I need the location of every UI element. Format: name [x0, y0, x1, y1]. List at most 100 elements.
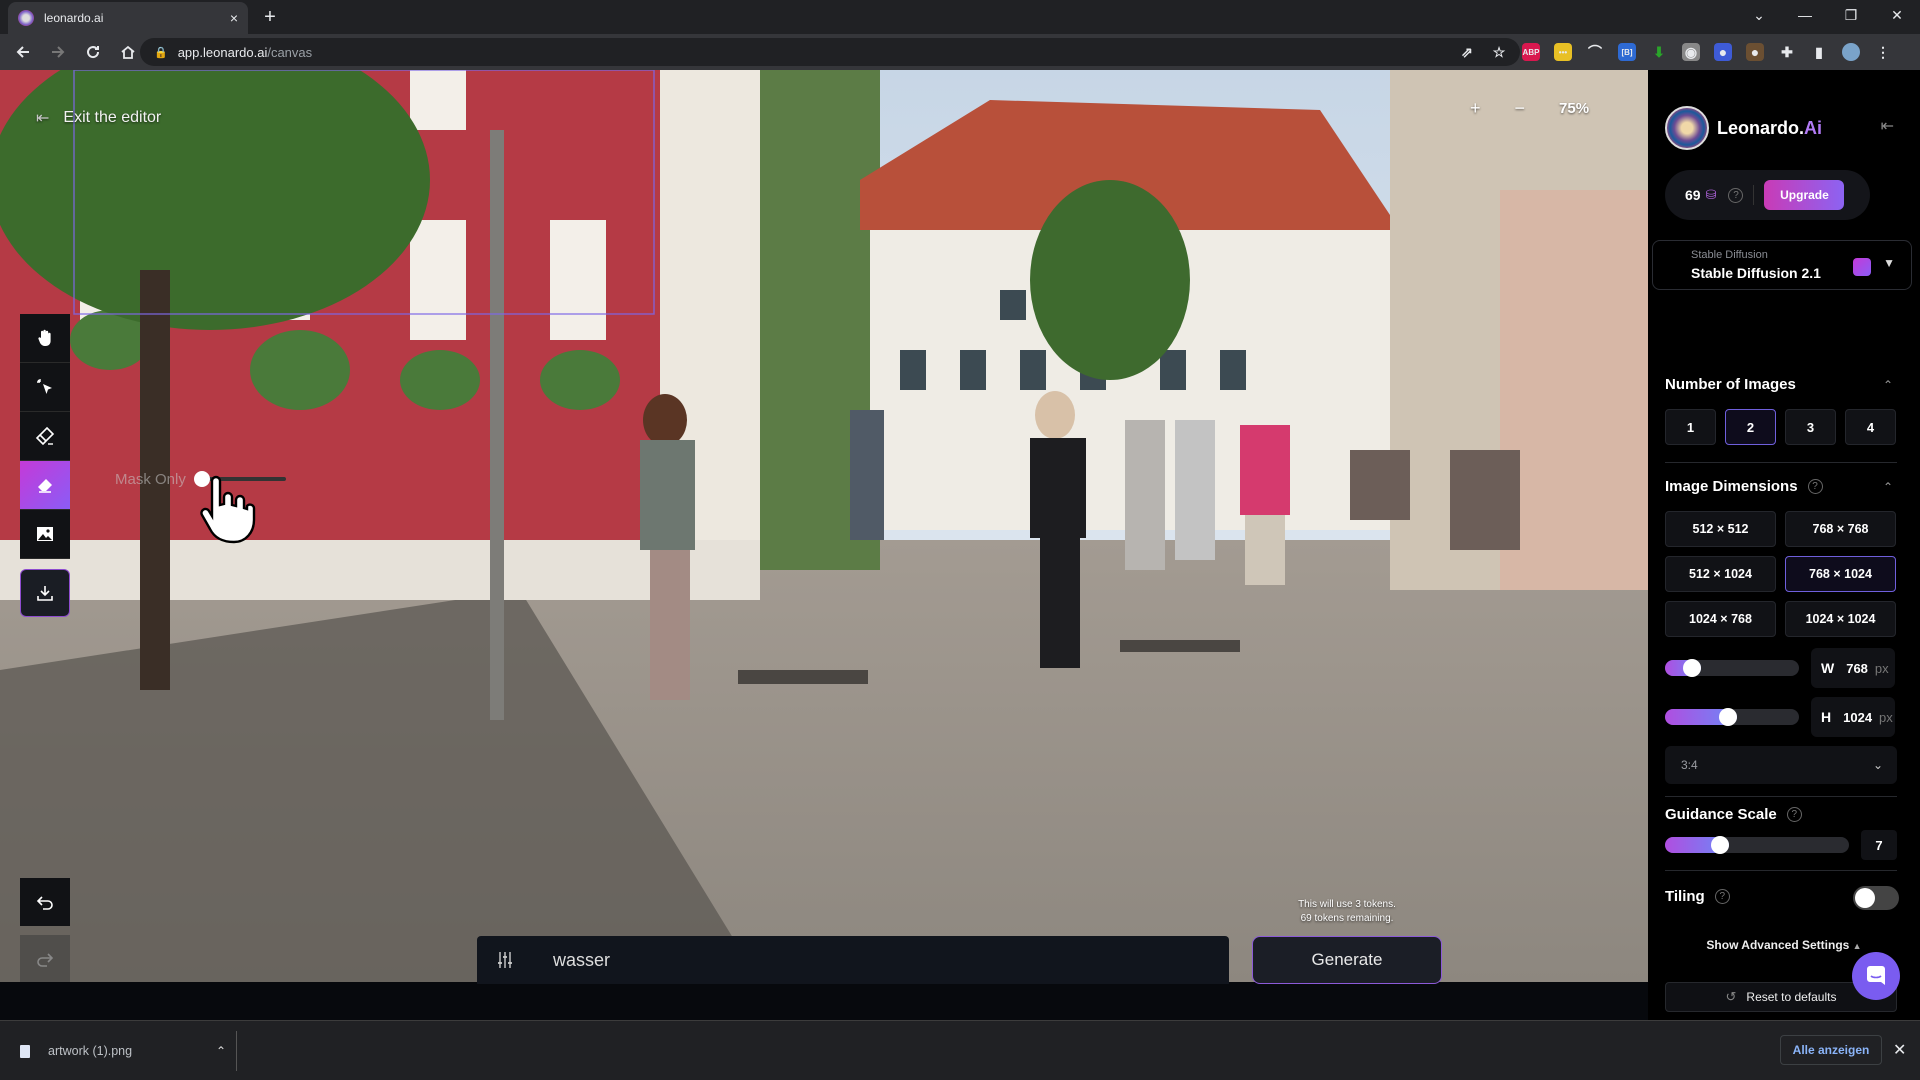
browser-toolbar: 🔒 app.leonardo.ai /canvas ⇗ ☆ ABP ••• ⌒ [B] ⬇ ◉… — [0, 34, 1920, 70]
upgrade-button[interactable]: Upgrade — [1764, 180, 1845, 210]
reset-label: Reset to defaults — [1746, 990, 1837, 1004]
pan-tool-button[interactable] — [20, 314, 70, 363]
guidance-slider-knob[interactable] — [1711, 836, 1730, 854]
num-images-option[interactable]: 3 — [1785, 409, 1836, 445]
chevron-up-icon[interactable]: ⌃ — [1883, 378, 1893, 392]
address-bar[interactable]: 🔒 app.leonardo.ai /canvas — [140, 38, 1520, 66]
select-tool-button[interactable] — [20, 363, 70, 412]
close-downloads-bar-button[interactable]: ✕ — [1893, 1040, 1906, 1060]
chat-support-button[interactable] — [1852, 952, 1900, 1000]
brown-extension-icon[interactable]: ● — [1746, 43, 1764, 61]
show-all-downloads-button[interactable]: Alle anzeigen — [1780, 1035, 1882, 1065]
hand-icon — [38, 329, 51, 346]
dimension-option[interactable]: 1024 × 768 — [1665, 601, 1776, 637]
download-arrow-extension-icon[interactable]: ⬇ — [1650, 43, 1668, 61]
zoom-controls: + − 75% — [1470, 98, 1589, 119]
zoom-out-button[interactable]: − — [1515, 98, 1526, 119]
reload-button[interactable] — [78, 37, 108, 67]
height-slider[interactable] — [1665, 708, 1799, 726]
new-tab-button[interactable]: + — [258, 5, 282, 29]
forward-button[interactable] — [43, 37, 73, 67]
width-input[interactable]: W 768 px — [1811, 648, 1895, 688]
rainbow-extension-icon[interactable]: ⌒ — [1586, 43, 1604, 61]
caret-up-icon: ▲ — [1852, 941, 1862, 951]
height-label: H — [1821, 709, 1832, 725]
prompt-settings-button[interactable] — [477, 950, 533, 970]
help-icon[interactable]: ? — [1728, 187, 1744, 203]
width-row: W 768 px — [1665, 648, 1895, 688]
aspect-ratio-select[interactable]: 3:4 ⌄ — [1665, 746, 1897, 784]
width-slider[interactable] — [1665, 659, 1799, 677]
back-button[interactable] — [8, 37, 38, 67]
restore-button[interactable]: ❐ — [1828, 0, 1874, 30]
undo-icon — [36, 896, 53, 910]
url-path: /canvas — [267, 44, 313, 60]
show-advanced-settings-button[interactable]: Show Advanced Settings ▲ — [1648, 938, 1920, 952]
chevron-up-icon[interactable]: ⌃ — [1883, 480, 1893, 494]
num-images-option[interactable]: 1 — [1665, 409, 1716, 445]
download-button[interactable] — [20, 569, 70, 617]
settings-panel: Leonardo.Ai ⇤ 69 ⛁ ? Upgrade Stable Diff… — [1648, 70, 1920, 1020]
coins-icon: ⛁ — [1705, 187, 1717, 202]
home-button[interactable] — [113, 37, 143, 67]
zoom-level[interactable]: 75% — [1559, 100, 1589, 117]
adblock-plus-icon[interactable]: ABP — [1522, 43, 1540, 61]
camera-extension-icon[interactable]: ◉ — [1682, 43, 1700, 61]
editor-canvas[interactable]: ⇤ Exit the editor + − 75% Mask Only This… — [0, 70, 1648, 982]
dimension-option[interactable]: 512 × 512 — [1665, 511, 1776, 547]
generate-button[interactable]: Generate — [1252, 936, 1442, 984]
bookmark-star-icon[interactable]: ☆ — [1490, 43, 1508, 61]
guidance-value[interactable]: 7 — [1861, 830, 1897, 860]
dimension-option[interactable]: 512 × 1024 — [1665, 556, 1776, 592]
help-icon[interactable]: ? — [1786, 807, 1802, 822]
browser-tab[interactable]: leonardo.ai × — [8, 2, 248, 34]
brand: Leonardo.Ai — [1665, 106, 1822, 150]
side-panel-icon[interactable]: ▮ — [1810, 43, 1828, 61]
exit-editor-button[interactable]: ⇤ Exit the editor — [36, 108, 161, 128]
minimize-button[interactable]: — — [1782, 0, 1828, 30]
zoom-in-button[interactable]: + — [1470, 98, 1481, 119]
section-divider — [1665, 796, 1897, 797]
chevron-up-icon[interactable]: ⌃ — [216, 1044, 226, 1058]
model-name: Stable Diffusion 2.1 — [1691, 265, 1821, 281]
download-item[interactable]: artwork (1).png ⌃ — [20, 1037, 226, 1065]
blue-extension-icon[interactable]: [B] — [1618, 43, 1636, 61]
puzzle-extensions-icon[interactable]: ✚ — [1778, 43, 1796, 61]
num-images-option[interactable]: 4 — [1845, 409, 1896, 445]
image-dimensions-title: Image Dimensions ? — [1665, 478, 1823, 495]
dimension-option-selected[interactable]: 768 × 1024 — [1785, 556, 1896, 592]
share-icon[interactable]: ⇗ — [1458, 43, 1476, 61]
collapse-panel-icon[interactable]: ⇤ — [1881, 116, 1894, 136]
tiling-toggle-knob — [1855, 888, 1875, 908]
help-icon[interactable]: ? — [1714, 889, 1730, 904]
mask-brush-tool-button[interactable] — [20, 412, 70, 461]
width-slider-knob[interactable] — [1682, 659, 1701, 677]
height-input[interactable]: H 1024 px — [1811, 697, 1895, 737]
guidance-slider[interactable] — [1665, 836, 1849, 854]
model-selector[interactable]: Stable Diffusion Stable Diffusion 2.1 ▼ — [1652, 240, 1912, 290]
dimension-option[interactable]: 1024 × 1024 — [1785, 601, 1896, 637]
tokens-remaining-line: 69 tokens remaining. — [1300, 913, 1394, 924]
dimension-options: 512 × 512 768 × 768 512 × 1024 768 × 102… — [1665, 511, 1896, 637]
caret-down-icon: ▼ — [1883, 256, 1895, 270]
height-slider-knob[interactable] — [1718, 708, 1737, 726]
yellow-extension-icon[interactable]: ••• — [1554, 43, 1572, 61]
color-wheel-extension-icon[interactable]: ● — [1714, 43, 1732, 61]
dimension-option[interactable]: 768 × 768 — [1785, 511, 1896, 547]
menu-kebab-icon[interactable]: ⋮ — [1874, 43, 1892, 61]
profile-avatar-icon[interactable] — [1842, 43, 1860, 61]
tiling-toggle[interactable] — [1853, 886, 1899, 910]
help-icon[interactable]: ? — [1807, 479, 1823, 494]
tab-search-button[interactable]: ⌄ — [1736, 0, 1782, 30]
eraser-tool-button[interactable] — [20, 461, 70, 510]
redo-button[interactable] — [20, 935, 70, 982]
prompt-input[interactable] — [553, 949, 1153, 971]
width-label: W — [1821, 660, 1835, 676]
num-images-option-selected[interactable]: 2 — [1725, 409, 1776, 445]
aspect-ratio-value: 3:4 — [1681, 758, 1698, 772]
window-close-button[interactable]: ✕ — [1874, 0, 1920, 30]
tab-close-button[interactable]: × — [230, 10, 238, 26]
undo-button[interactable] — [20, 878, 70, 926]
image-tool-button[interactable] — [20, 510, 70, 559]
paint-brush-icon — [35, 426, 55, 446]
